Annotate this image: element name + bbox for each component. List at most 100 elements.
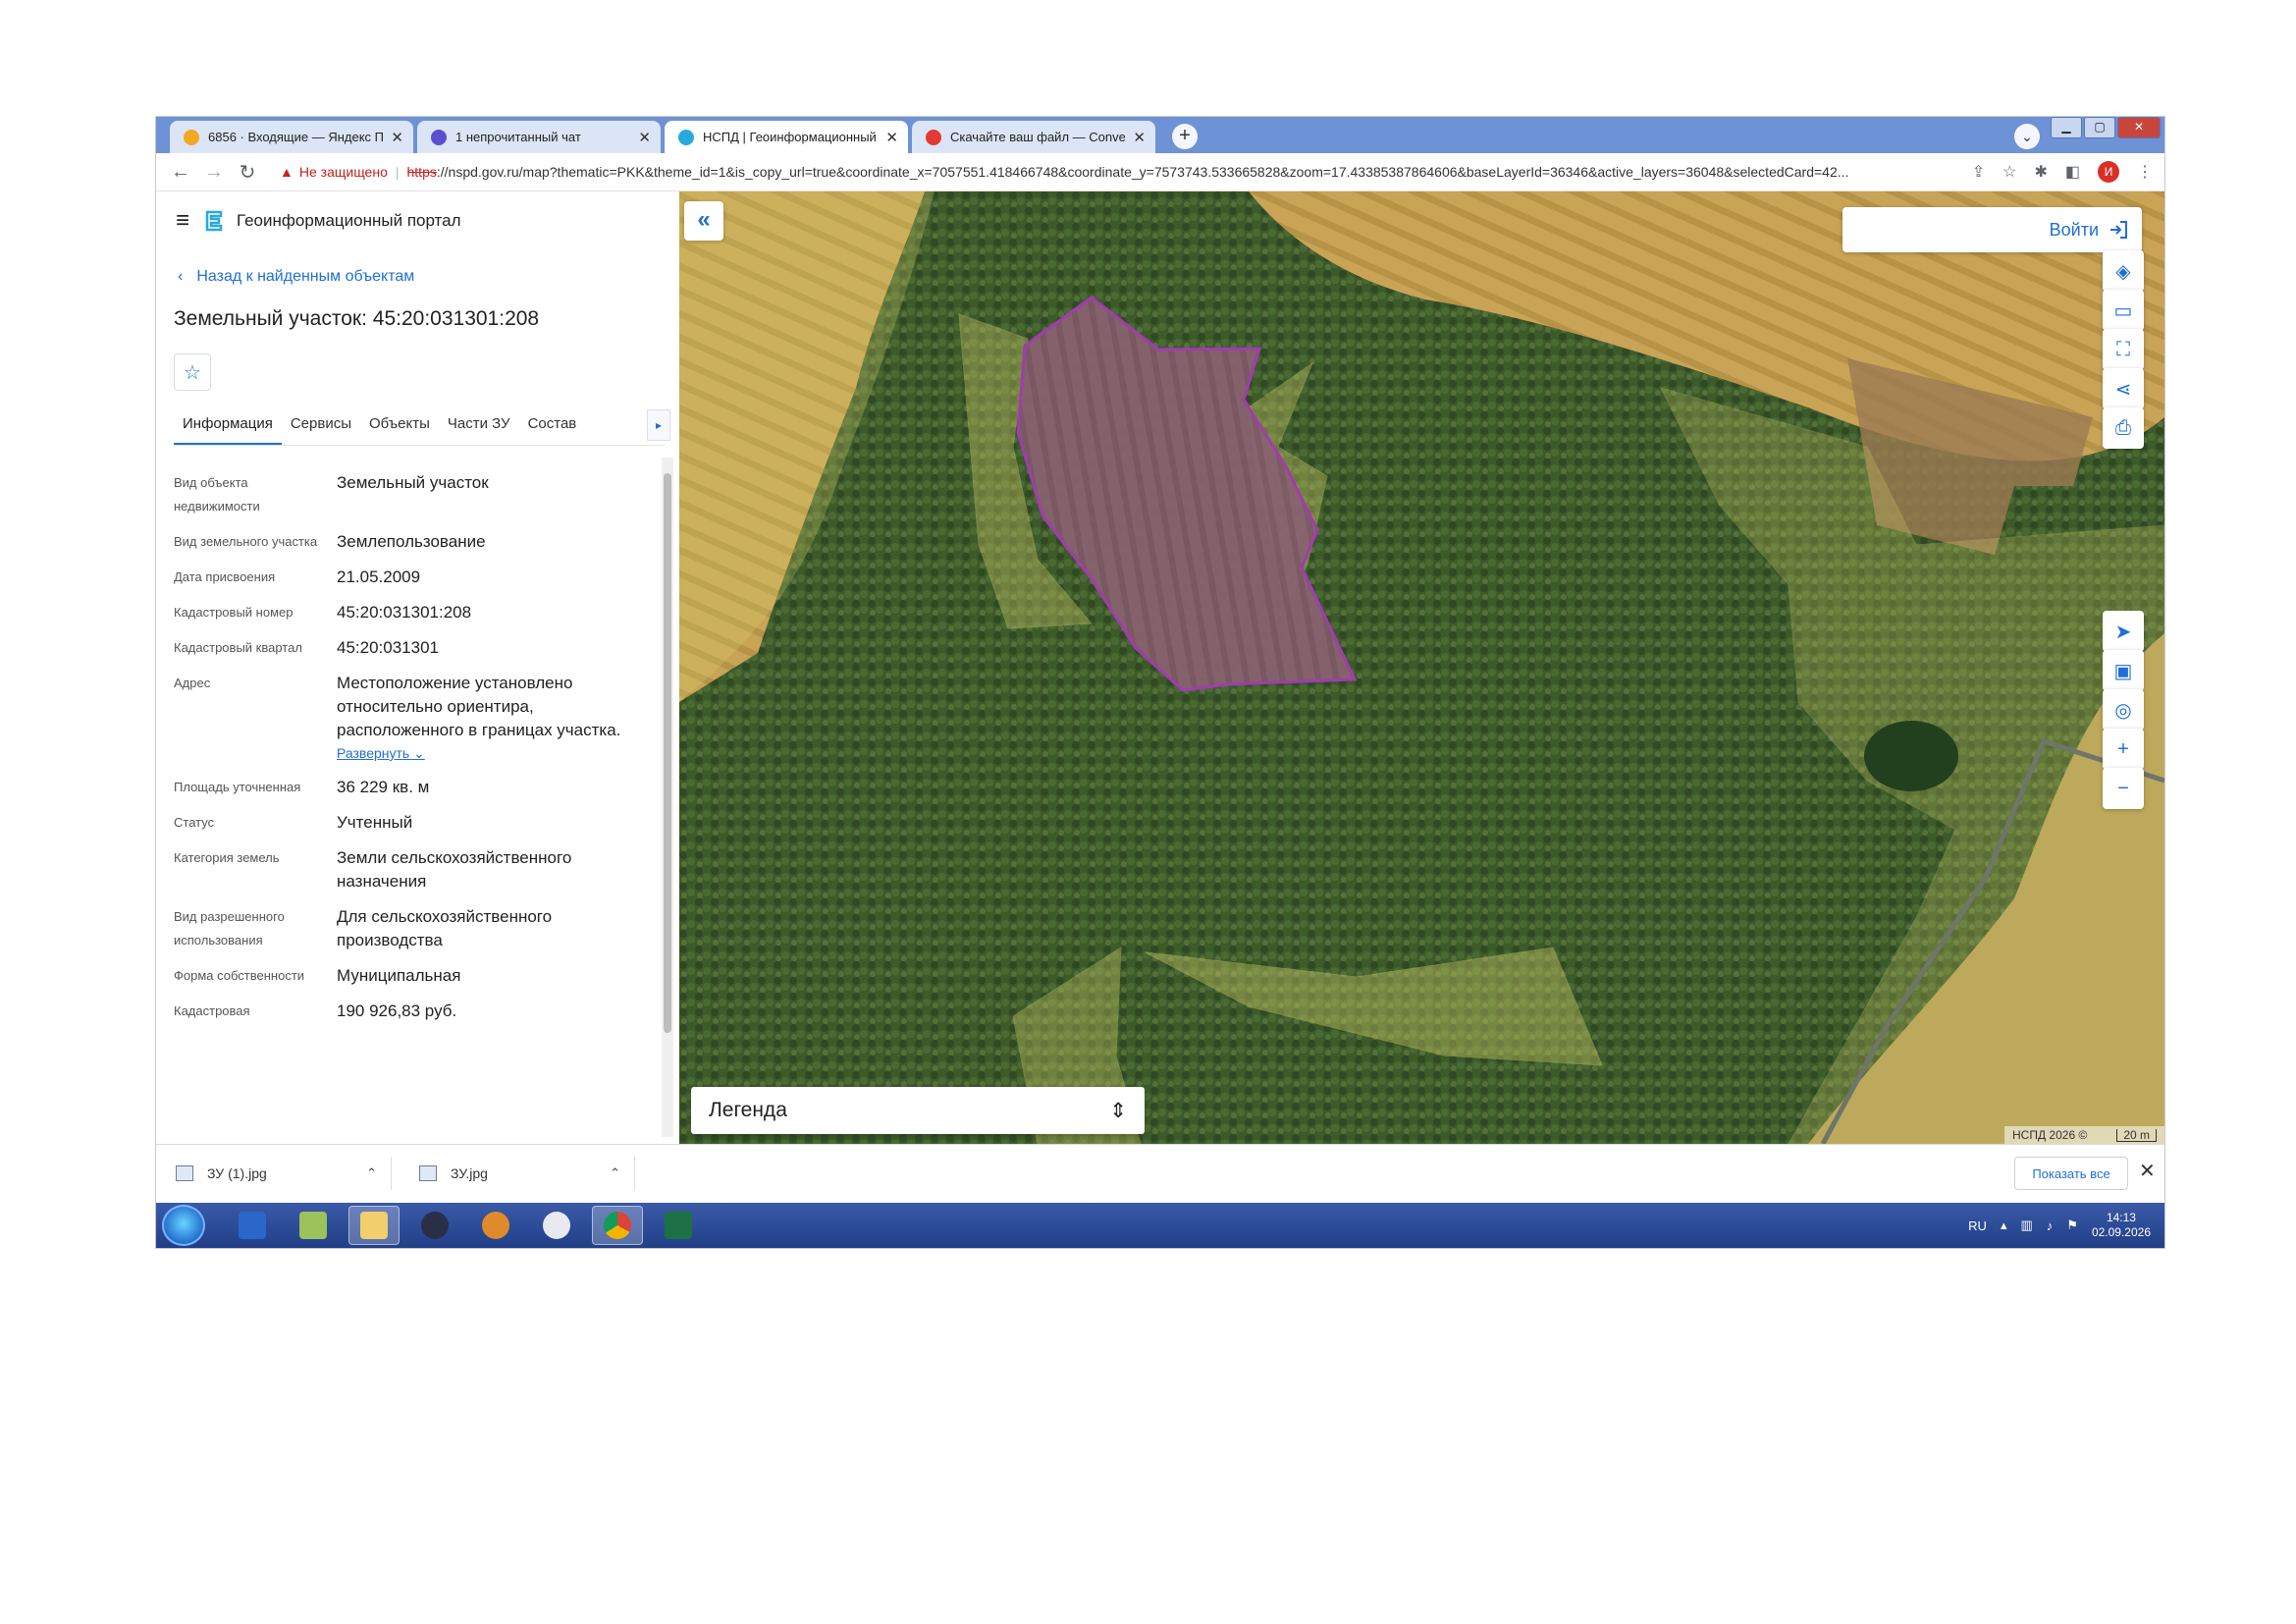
tab-yandex-mail[interactable]: 6856 · Входящие — Яндекс Почта ✕ [170, 121, 413, 153]
back-link-label: Назад к найденным объектам [196, 268, 415, 285]
taskbar-app[interactable] [531, 1206, 582, 1245]
forward-arrow-icon[interactable]: → [197, 161, 231, 184]
chevron-up-icon[interactable]: ⌃ [366, 1165, 377, 1181]
volume-icon[interactable]: ♪ [2047, 1218, 2054, 1233]
network-icon[interactable]: ▥ [2020, 1218, 2032, 1233]
satellite-map[interactable] [679, 191, 2164, 1144]
minimap-button[interactable]: ▣ [2103, 650, 2144, 691]
ruler-button[interactable]: ▭ [2103, 290, 2144, 331]
tab-chat[interactable]: 1 непрочитанный чат ✕ [417, 121, 661, 153]
reload-icon[interactable]: ↻ [231, 160, 264, 185]
legend-label: Легенда [709, 1099, 787, 1121]
image-file-icon [419, 1165, 437, 1181]
portal-name[interactable]: Геоинформационный портал [237, 211, 461, 231]
flag-icon[interactable]: ⚑ [2066, 1218, 2078, 1233]
minimap-icon: ▣ [2113, 660, 2133, 682]
property-value: 190 926,83 руб. [337, 1001, 457, 1020]
property-row: Кадастровый квартал 45:20:031301 [174, 636, 655, 660]
zoom-in-button[interactable]: + [2103, 729, 2144, 770]
app-c-icon [543, 1212, 570, 1239]
security-warning[interactable]: ▲ Не защищено [280, 164, 388, 180]
select-area-icon: ⛶ [2116, 338, 2130, 360]
downloads-bar: ЗУ (1).jpg ⌃ ЗУ.jpg ⌃ Показать все ✕ [156, 1144, 2164, 1204]
property-row: Форма собственности Муниципальная [174, 964, 655, 988]
property-row: Площадь уточненная 36 229 кв. м [174, 776, 655, 799]
tabs-scroll-right-icon[interactable]: ▸ [647, 409, 670, 441]
login-button[interactable]: Войти [1842, 207, 2142, 252]
tab-composition[interactable]: Состав [519, 406, 586, 445]
sidepanel-icon[interactable]: ◧ [2065, 162, 2080, 182]
panel-scrollbar[interactable] [662, 458, 673, 1137]
taskbar-app[interactable] [592, 1206, 643, 1245]
taskbar-app[interactable] [653, 1206, 704, 1245]
back-to-results-link[interactable]: ‹ Назад к найденным объектам [178, 268, 414, 286]
tab-convertio[interactable]: Скачайте ваш файл — Convertio ✕ [912, 121, 1155, 153]
back-arrow-icon[interactable]: ← [164, 161, 197, 184]
zoom-out-button[interactable]: − [2103, 768, 2144, 809]
close-downloads-icon[interactable]: ✕ [2139, 1159, 2156, 1183]
excel-icon [665, 1212, 692, 1239]
expand-collapse-icon: ⇕ [1109, 1099, 1127, 1122]
show-all-downloads-button[interactable]: Показать все [2014, 1157, 2128, 1190]
scale-bar: 20 m [2116, 1128, 2157, 1142]
browser-menu-icon[interactable]: ⋮ [2137, 162, 2153, 182]
hamburger-menu-icon[interactable]: ≡ [176, 207, 189, 235]
tray-expand-icon[interactable]: ▴ [2001, 1218, 2007, 1233]
windows-taskbar: RU ▴ ▥ ♪ ⚑ 14:13 02.09.2026 [156, 1203, 2164, 1248]
locate-button[interactable]: ➤ [2103, 611, 2144, 652]
taskbar-app[interactable] [470, 1206, 521, 1245]
zoom-in-icon: + [2117, 737, 2129, 760]
favorite-star-button[interactable]: ☆ [174, 353, 211, 391]
tab-close-icon[interactable]: ✕ [391, 129, 403, 146]
download-item[interactable]: ЗУ (1).jpg ⌃ [156, 1157, 392, 1190]
chevron-down-icon: ⌄ [413, 745, 425, 761]
clock-date: 02.09.2026 [2091, 1225, 2151, 1239]
property-key: Форма собственности [174, 968, 305, 983]
tab-close-icon[interactable]: ✕ [638, 129, 651, 146]
share-page-icon[interactable]: ⇪ [1972, 162, 1985, 182]
tab-close-icon[interactable]: ✕ [1133, 129, 1146, 146]
mail-favicon-icon [184, 129, 199, 145]
property-key: Статус [174, 815, 215, 830]
taskbar-app[interactable] [288, 1206, 339, 1245]
property-key: Вид объекта недвижимости [174, 475, 260, 514]
layers-button[interactable]: ◈ [2103, 250, 2144, 292]
select-area-button[interactable]: ⛶ [2103, 329, 2144, 370]
system-tray: RU ▴ ▥ ♪ ⚑ 14:13 02.09.2026 [1968, 1203, 2151, 1248]
start-button[interactable] [162, 1205, 205, 1246]
geolocation-button[interactable]: ◎ [2103, 689, 2144, 731]
property-row: Дата присвоения 21.05.2009 [174, 566, 655, 589]
print-icon: ⎙ [2115, 416, 2131, 439]
taskbar-app[interactable] [409, 1206, 460, 1245]
maximize-icon[interactable]: ▢ [2084, 117, 2115, 138]
tab-search-button[interactable]: ⌄ [2014, 124, 2040, 149]
share-button[interactable]: ⋖ [2103, 368, 2144, 409]
download-item[interactable]: ЗУ.jpg ⌃ [400, 1157, 635, 1190]
tab-services[interactable]: Сервисы [282, 406, 360, 445]
taskbar-app[interactable] [348, 1206, 400, 1245]
language-indicator[interactable]: RU [1968, 1218, 1987, 1233]
print-button[interactable]: ⎙ [2103, 407, 2144, 449]
profile-avatar[interactable]: И [2098, 161, 2119, 183]
tab-parcel-parts[interactable]: Части ЗУ [439, 406, 519, 445]
new-tab-button[interactable]: + [1172, 124, 1198, 149]
map-view[interactable]: « Войти ◈ ▭ ⛶ ⋖ ⎙ ➤ ▣ ◎ + − Легенда ⇕ НС… [679, 191, 2164, 1144]
address-bar[interactable]: https://nspd.gov.ru/map?thematic=PKK&the… [407, 164, 1939, 180]
tab-information[interactable]: Информация [174, 406, 282, 445]
taskbar-app[interactable] [227, 1206, 278, 1245]
collapse-panel-button[interactable]: « [684, 201, 723, 241]
browser-tab-strip: 6856 · Входящие — Яндекс Почта ✕ 1 непро… [156, 117, 2164, 153]
locate-icon: ➤ [2114, 621, 2132, 643]
expand-address-link[interactable]: Развернуть ⌄ [337, 742, 655, 764]
window-close-icon[interactable]: ✕ [2117, 117, 2161, 138]
chevron-up-icon[interactable]: ⌃ [610, 1165, 620, 1181]
legend-dropdown[interactable]: Легенда ⇕ [691, 1087, 1145, 1134]
bookmark-star-icon[interactable]: ☆ [2002, 162, 2016, 182]
clock[interactable]: 14:13 02.09.2026 [2092, 1211, 2151, 1240]
tab-close-icon[interactable]: ✕ [885, 129, 898, 146]
scrollbar-thumb[interactable] [664, 473, 671, 1033]
tab-objects[interactable]: Объекты [360, 406, 439, 445]
minimize-icon[interactable]: ▁ [2051, 117, 2082, 138]
tab-nspd[interactable]: НСПД | Геоинформационный портал ✕ [665, 121, 908, 153]
extensions-puzzle-icon[interactable]: ✱ [2034, 162, 2047, 182]
